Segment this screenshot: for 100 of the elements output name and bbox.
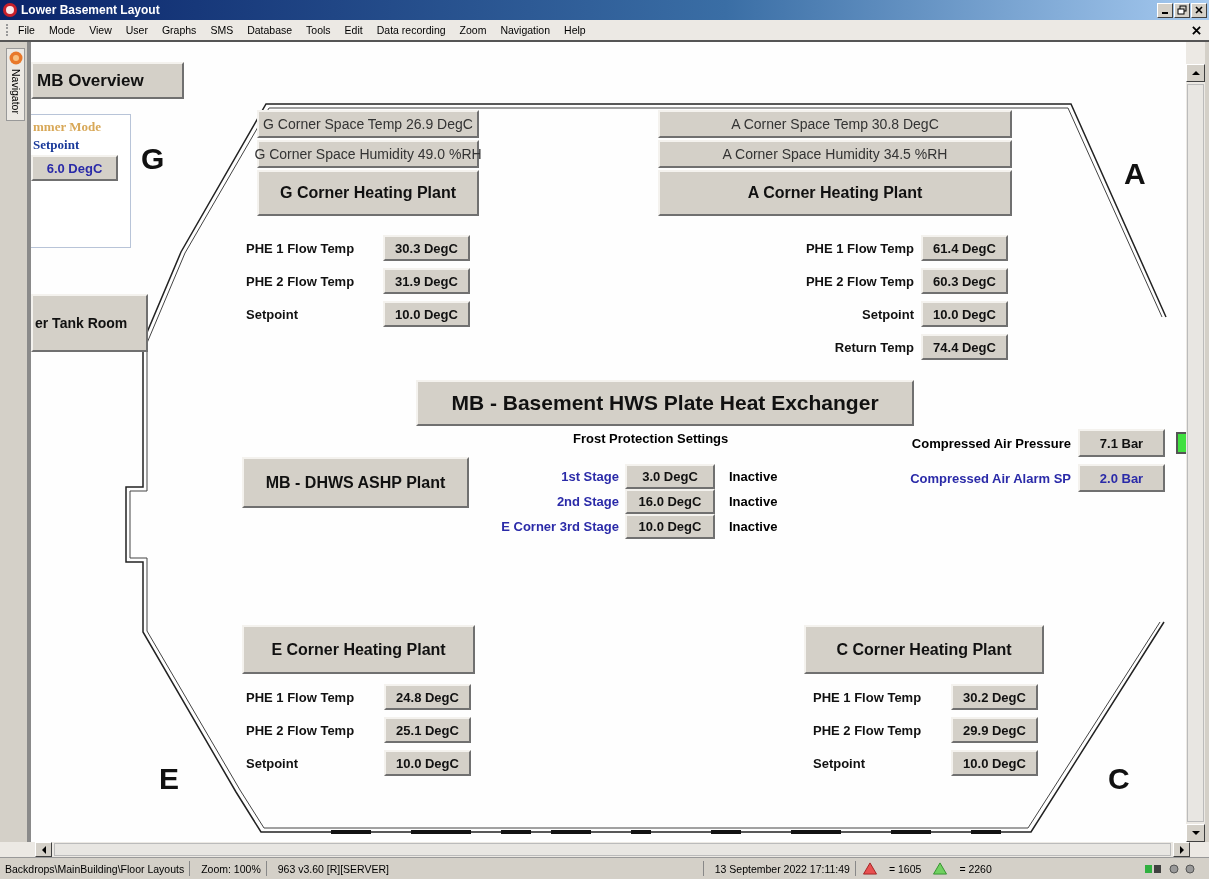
corner-label: A: [1124, 159, 1146, 189]
menu-item[interactable]: File: [18, 24, 35, 36]
right-triangle-icon: [1177, 845, 1186, 854]
menu-item[interactable]: Graphs: [161, 24, 197, 36]
reading-value[interactable]: 30.2 DegC: [951, 684, 1038, 710]
corner-label: G: [141, 144, 165, 174]
reading-label: PHE 1 Flow Temp: [246, 240, 356, 256]
stage-label: E Corner 3rd Stage: [500, 519, 619, 534]
reading-label: PHE 1 Flow Temp: [804, 240, 914, 256]
ok-triangle-icon: [932, 862, 949, 875]
close-icon: [1194, 5, 1204, 15]
menu-item[interactable]: Navigation: [500, 24, 551, 36]
menu-item[interactable]: User: [125, 24, 148, 36]
scroll-thumb[interactable]: [54, 843, 1171, 856]
stage-value[interactable]: 3.0 DegC: [625, 464, 715, 489]
navigator-tab[interactable]: Navigator: [6, 48, 25, 121]
close-button[interactable]: [1191, 2, 1207, 18]
ashp-plant-button[interactable]: MB - DHWS ASHP Plant: [242, 457, 469, 508]
pressure-label: Compressed Air Pressure: [910, 435, 1071, 451]
scroll-up-button[interactable]: [1186, 64, 1205, 82]
minimize-icon: [1162, 12, 1168, 14]
space-reading-button[interactable]: G Corner Space Temp 26.9 DegC: [257, 110, 479, 138]
minimize-button[interactable]: [1157, 2, 1173, 18]
reading-value[interactable]: 10.0 DegC: [383, 301, 470, 327]
alarm-triangle-icon: [861, 862, 878, 875]
ok-count: = 2260: [958, 861, 993, 876]
scroll-thumb[interactable]: [1187, 84, 1204, 822]
heat-exchanger-button[interactable]: MB - Basement HWS Plate Heat Exchanger: [416, 380, 914, 426]
pressure-value[interactable]: 7.1 Bar: [1078, 429, 1165, 457]
status-zoom: Zoom: 100%: [196, 861, 267, 876]
menu-item[interactable]: Database: [247, 24, 293, 36]
heating-plant-button[interactable]: A Corner Heating Plant: [658, 170, 1012, 216]
reading-value[interactable]: 29.9 DegC: [951, 717, 1038, 743]
menu-item[interactable]: Zoom: [459, 24, 487, 36]
menu-item[interactable]: Data recording: [376, 24, 446, 36]
menu-item[interactable]: Tools: [306, 24, 331, 36]
reading-value[interactable]: 10.0 DegC: [921, 301, 1008, 327]
menu-item[interactable]: Mode: [48, 24, 76, 36]
menu-item[interactable]: View: [89, 24, 112, 36]
menu-item[interactable]: Edit: [344, 24, 363, 36]
circle-icon: [1185, 863, 1195, 874]
reading-value[interactable]: 25.1 DegC: [384, 717, 471, 743]
reading-label: Setpoint: [246, 755, 299, 771]
reading-label: PHE 1 Flow Temp: [246, 689, 356, 705]
reading-value[interactable]: 10.0 DegC: [384, 750, 471, 776]
restore-icon: [1177, 5, 1187, 15]
stage-label: 2nd Stage: [555, 494, 619, 509]
mode-label: mmer Mode: [33, 119, 101, 135]
reading-value[interactable]: 31.9 DegC: [383, 268, 470, 294]
status-datetime: 13 September 2022 17:11:49: [709, 861, 856, 876]
reading-label: PHE 2 Flow Temp: [246, 722, 356, 738]
reading-label: Setpoint: [861, 306, 914, 322]
menu-item[interactable]: Help: [564, 24, 586, 36]
reading-label: Setpoint: [813, 755, 866, 771]
close-icon[interactable]: [1192, 25, 1201, 35]
reading-label: PHE 2 Flow Temp: [813, 722, 923, 738]
circle-icon: [1169, 863, 1179, 874]
connection-icon: [1145, 863, 1163, 874]
setpoint-value[interactable]: 6.0 DegC: [31, 155, 118, 181]
navigator-icon: [8, 51, 23, 65]
heating-plant-button[interactable]: E Corner Heating Plant: [242, 625, 475, 674]
corner-label: E: [159, 764, 179, 794]
space-reading-button[interactable]: A Corner Space Humidity 34.5 %RH: [658, 140, 1012, 168]
stage-status: Inactive: [728, 494, 778, 509]
reading-value[interactable]: 10.0 DegC: [951, 750, 1038, 776]
stage-label: 1st Stage: [560, 469, 619, 484]
frost-protection-title: Frost Protection Settings: [573, 431, 729, 446]
menu-grip: [6, 24, 10, 36]
down-triangle-icon: [1191, 829, 1200, 837]
window-title: Lower Basement Layout: [21, 3, 160, 17]
alarm-count: = 1605: [887, 861, 923, 876]
status-path: Backdrops\MainBuilding\Floor Layouts: [0, 861, 191, 876]
stage-status: Inactive: [728, 519, 778, 534]
up-triangle-icon: [1191, 69, 1200, 77]
menu-item[interactable]: SMS: [210, 24, 234, 36]
reading-label: Return Temp: [833, 339, 914, 355]
reading-value[interactable]: 30.3 DegC: [383, 235, 470, 261]
navigation-button[interactable]: MB Overview: [31, 62, 184, 99]
vertical-scrollbar[interactable]: [1186, 42, 1205, 842]
reading-value[interactable]: 61.4 DegC: [921, 235, 1008, 261]
stage-value[interactable]: 16.0 DegC: [625, 489, 715, 514]
heating-plant-button[interactable]: G Corner Heating Plant: [257, 170, 479, 216]
reading-label: PHE 2 Flow Temp: [246, 273, 356, 289]
scroll-down-button[interactable]: [1186, 824, 1205, 842]
space-reading-button[interactable]: A Corner Space Temp 30.8 DegC: [658, 110, 1012, 138]
reading-value[interactable]: 74.4 DegC: [921, 334, 1008, 360]
horizontal-scrollbar[interactable]: [0, 842, 1209, 857]
reading-value[interactable]: 24.8 DegC: [384, 684, 471, 710]
corner-label: C: [1108, 764, 1130, 794]
stage-value[interactable]: 10.0 DegC: [625, 514, 715, 539]
reading-label: Setpoint: [246, 306, 299, 322]
scroll-left-button[interactable]: [35, 842, 52, 857]
status-version: 963 v3.60 [R][SERVER]: [272, 861, 704, 876]
alarm-setpoint-value[interactable]: 2.0 Bar: [1078, 464, 1165, 492]
reading-label: PHE 2 Flow Temp: [804, 273, 914, 289]
reading-value[interactable]: 60.3 DegC: [921, 268, 1008, 294]
restore-button[interactable]: [1174, 2, 1190, 18]
scroll-right-button[interactable]: [1173, 842, 1190, 857]
heating-plant-button[interactable]: C Corner Heating Plant: [804, 625, 1044, 674]
navigation-button[interactable]: er Tank Room: [31, 294, 148, 352]
